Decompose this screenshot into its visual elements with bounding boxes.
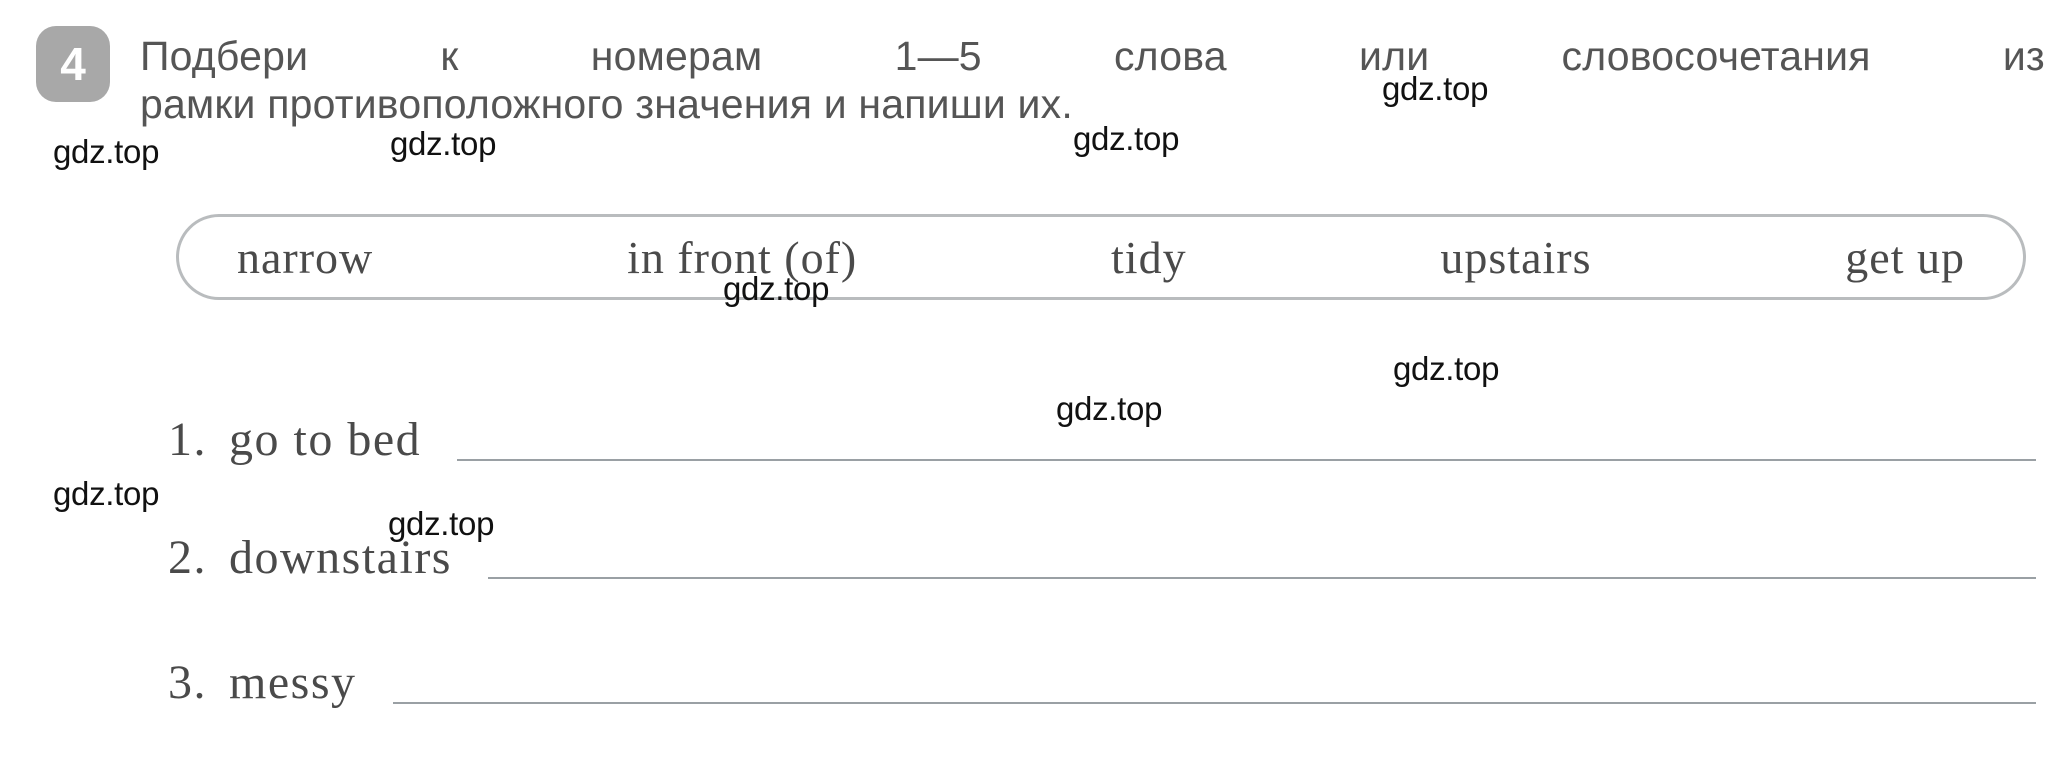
answer-blank-line[interactable]: [487, 571, 2036, 579]
exercise-number-badge: 4: [36, 26, 110, 102]
instruction-line-1: Подбери к номерам 1—5 слова или словосоч…: [140, 32, 2045, 80]
word-bank-item-upstairs[interactable]: upstairs: [1440, 231, 1591, 284]
watermark: gdz.top: [1073, 120, 1180, 157]
watermark: gdz.top: [53, 133, 160, 170]
instruction-word: 1—5: [894, 33, 982, 79]
answer-blank-line[interactable]: [457, 453, 2036, 461]
instruction-word: номерам: [590, 33, 763, 79]
item-number: 1.: [168, 413, 207, 466]
watermark: gdz.top: [388, 505, 495, 542]
item-term: go to bed: [229, 413, 422, 466]
watermark: gdz.top: [390, 125, 497, 162]
instruction-word: к: [440, 33, 459, 79]
instruction-word: из: [2002, 33, 2045, 79]
word-bank-item-get-up[interactable]: get up: [1845, 231, 1965, 284]
item-number: 2.: [168, 531, 207, 584]
word-bank-item-narrow[interactable]: narrow: [237, 231, 373, 284]
answer-blank-line[interactable]: [392, 696, 2036, 704]
watermark: gdz.top: [53, 475, 160, 512]
word-bank-item-tidy[interactable]: tidy: [1111, 231, 1187, 284]
watermark: gdz.top: [1382, 70, 1489, 107]
watermark: gdz.top: [723, 270, 830, 307]
word-bank-words: narrow in front (of) tidy upstairs get u…: [237, 217, 1965, 297]
word-bank-box: narrow in front (of) tidy upstairs get u…: [176, 214, 2026, 300]
item-term: messy: [229, 656, 357, 709]
instruction-word: слова: [1113, 33, 1227, 79]
watermark: gdz.top: [1393, 350, 1500, 387]
item-number: 3.: [168, 656, 207, 709]
watermark: gdz.top: [1056, 390, 1163, 427]
answer-row: 3. messy: [168, 655, 2036, 710]
instruction-word: словосочетания: [1561, 33, 1871, 79]
instruction-word: Подбери: [140, 33, 309, 79]
exercise-instruction: Подбери к номерам 1—5 слова или словосоч…: [140, 32, 2045, 128]
worksheet-page: 4 Подбери к номерам 1—5 слова или словос…: [0, 0, 2054, 761]
